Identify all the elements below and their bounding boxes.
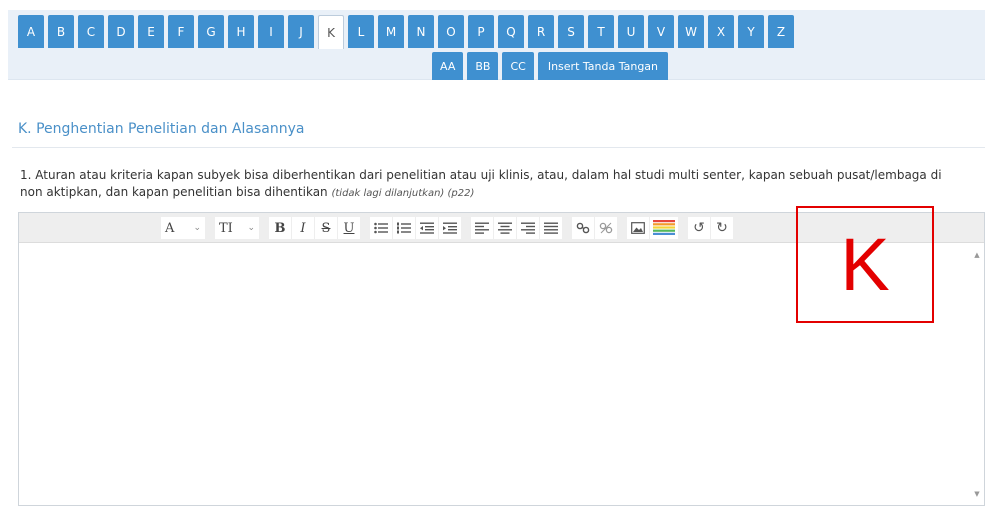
tab-c[interactable]: C (78, 15, 104, 48)
outdent-button[interactable] (416, 217, 438, 239)
justify-icon (544, 222, 558, 234)
tab-w[interactable]: W (678, 15, 704, 48)
indent-button[interactable] (439, 217, 461, 239)
tab-bar: ABCDEFGHIJKLMNOPQRSTUVWXYZ AA BB CC Inse… (8, 10, 985, 80)
font-size-icon: TI (219, 220, 233, 236)
underline-button[interactable]: U (338, 217, 360, 239)
strikethrough-icon: S (321, 220, 331, 236)
tab-l[interactable]: L (348, 15, 374, 48)
letter-tab-row: ABCDEFGHIJKLMNOPQRSTUVWXYZ (18, 15, 794, 49)
unlink-icon (599, 222, 613, 234)
question-label: 1. Aturan atau kriteria kapan subyek bis… (20, 168, 942, 199)
tab-z[interactable]: Z (768, 15, 794, 48)
align-center-button[interactable] (494, 217, 516, 239)
tab-x[interactable]: X (708, 15, 734, 48)
tab-v[interactable]: V (648, 15, 674, 48)
tab-q[interactable]: Q (498, 15, 524, 48)
tab-cc[interactable]: CC (502, 52, 534, 80)
section-marker-letter: K (840, 222, 890, 306)
question-text: 1. Aturan atau kriteria kapan subyek bis… (20, 167, 960, 202)
bullet-list-icon (374, 222, 388, 234)
chevron-down-icon: ⌄ (193, 223, 201, 233)
numbered-list-button[interactable] (393, 217, 415, 239)
color-button[interactable] (650, 217, 678, 239)
tab-e[interactable]: E (138, 15, 164, 48)
undo-icon: ↺ (693, 220, 705, 236)
numbered-list-icon (397, 222, 411, 234)
tab-u[interactable]: U (618, 15, 644, 48)
tab-d[interactable]: D (108, 15, 134, 48)
undo-button[interactable]: ↺ (688, 217, 710, 239)
link-icon (576, 222, 590, 234)
tab-s[interactable]: S (558, 15, 584, 48)
tab-k[interactable]: K (318, 15, 344, 49)
section-divider (12, 147, 985, 148)
indent-icon (443, 222, 457, 234)
sub-tab-row: AA BB CC Insert Tanda Tangan (432, 52, 669, 80)
font-size-dropdown[interactable]: TI ⌄ (215, 217, 259, 239)
tab-m[interactable]: M (378, 15, 404, 48)
underline-icon: U (343, 220, 355, 236)
tab-f[interactable]: F (168, 15, 194, 48)
tab-y[interactable]: Y (738, 15, 764, 48)
chevron-down-icon: ⌄ (247, 223, 255, 233)
strikethrough-button[interactable]: S (315, 217, 337, 239)
tab-n[interactable]: N (408, 15, 434, 48)
image-icon (631, 222, 645, 234)
link-button[interactable] (572, 217, 594, 239)
color-icon (653, 220, 675, 236)
unlink-button[interactable] (595, 217, 617, 239)
section-marker-box: K (796, 206, 934, 323)
tab-a[interactable]: A (18, 15, 44, 48)
justify-button[interactable] (540, 217, 562, 239)
font-family-dropdown[interactable]: A ⌄ (161, 217, 205, 239)
redo-button[interactable]: ↻ (711, 217, 733, 239)
tab-p[interactable]: P (468, 15, 494, 48)
align-right-button[interactable] (517, 217, 539, 239)
image-button[interactable] (627, 217, 649, 239)
tab-r[interactable]: R (528, 15, 554, 48)
bold-icon: B (274, 220, 286, 236)
redo-icon: ↻ (716, 220, 728, 236)
bullet-list-button[interactable] (370, 217, 392, 239)
tab-o[interactable]: O (438, 15, 464, 48)
tab-t[interactable]: T (588, 15, 614, 48)
tab-g[interactable]: G (198, 15, 224, 48)
bold-button[interactable]: B (269, 217, 291, 239)
scroll-down-icon[interactable]: ▼ (970, 487, 984, 501)
tab-j[interactable]: J (288, 15, 314, 48)
tab-h[interactable]: H (228, 15, 254, 48)
tab-i[interactable]: I (258, 15, 284, 48)
section-title: K. Penghentian Penelitian dan Alasannya (18, 121, 305, 137)
align-left-button[interactable] (471, 217, 493, 239)
scroll-up-icon[interactable]: ▲ (970, 248, 984, 262)
question-note: (tidak lagi dilanjutkan) (p22) (331, 188, 475, 199)
tab-b[interactable]: B (48, 15, 74, 48)
tab-aa[interactable]: AA (432, 52, 464, 80)
editor-scrollbar[interactable]: ▲ ▼ (970, 244, 984, 505)
align-center-icon (498, 222, 512, 234)
italic-icon: I (300, 220, 306, 236)
tab-insert-signature[interactable]: Insert Tanda Tangan (537, 52, 669, 80)
italic-button[interactable]: I (292, 217, 314, 239)
font-family-icon: A (165, 220, 175, 236)
outdent-icon (420, 222, 434, 234)
tab-bb[interactable]: BB (467, 52, 499, 80)
align-right-icon (521, 222, 535, 234)
align-left-icon (475, 222, 489, 234)
